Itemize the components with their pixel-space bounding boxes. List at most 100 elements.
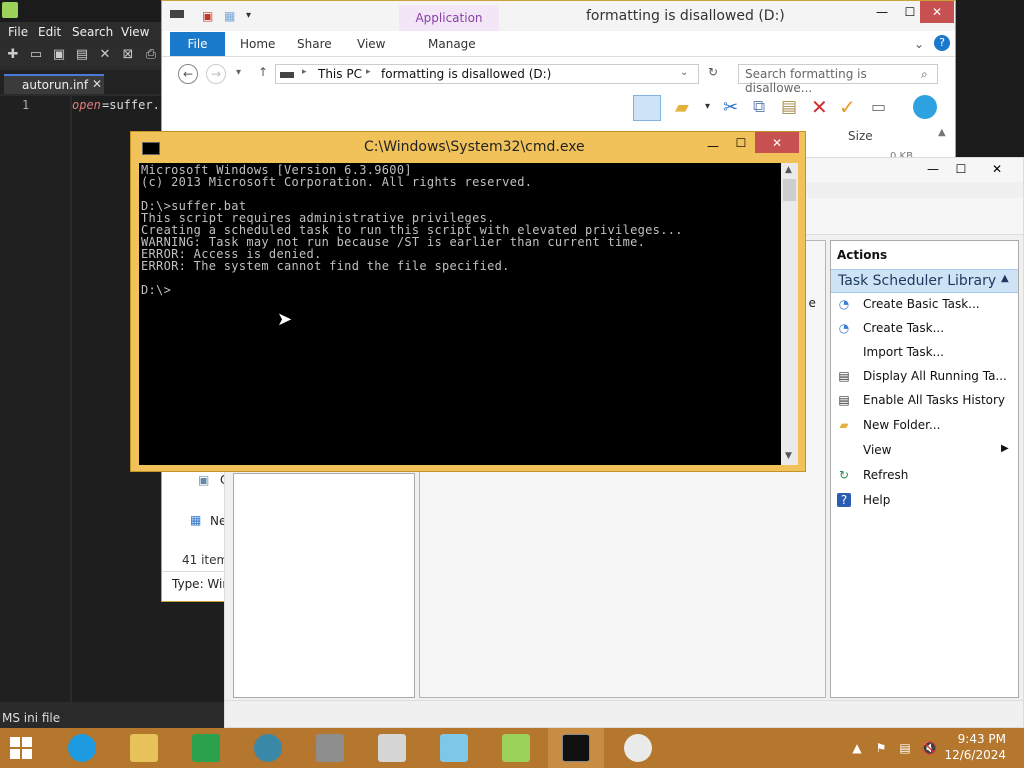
taskbar-network[interactable] [240,728,296,768]
close-all-icon[interactable]: ⊠ [121,48,135,62]
taskbar-cmd[interactable] [548,728,604,768]
clock-icon [624,734,652,762]
tab-autorun-inf[interactable]: autorun.inf ✕ [4,74,104,94]
action-new-folder[interactable]: ▰ New Folder... [831,414,1018,438]
action-label: Create Task... [863,321,945,335]
taskbar-store[interactable] [178,728,234,768]
action-import-task[interactable]: Import Task... [831,341,1018,365]
tab-manage[interactable]: Manage [428,37,476,51]
ts-close-button[interactable]: ✕ [975,158,1019,180]
paste-icon[interactable]: ▤ [781,97,797,117]
menu-file[interactable]: File [8,25,28,39]
address-separator-icon[interactable]: ▸ [302,67,307,77]
open-file-icon[interactable]: ▭ [29,48,43,62]
console-scrollbar[interactable]: ▲ ▼ [781,163,798,465]
menu-edit[interactable]: Edit [38,25,61,39]
delete-icon[interactable]: ✕ [811,95,828,119]
notepadpp-icon [502,734,530,762]
taskbar-paint[interactable] [426,728,482,768]
back-icon[interactable]: ← [178,64,198,84]
action-center-flag-icon[interactable]: ⚑ [874,741,888,755]
ts-minimize-button[interactable]: — [919,158,947,180]
close-icon[interactable]: ✕ [98,48,112,62]
preview-pane-icon[interactable] [633,95,661,121]
check-icon[interactable]: ✓ [839,95,856,119]
show-hidden-icons-icon[interactable]: ▲ [850,741,864,755]
tab-view[interactable]: View [357,37,385,51]
start-button[interactable] [0,728,48,768]
create-task-icon: ◔ [838,321,850,335]
action-enable-history[interactable]: ▤ Enable All Tasks History [831,389,1018,413]
folder-dropdown-icon[interactable]: ▾ [705,101,710,112]
ts-maximize-button[interactable]: ☐ [947,158,975,180]
properties-icon[interactable]: ▣ [202,9,213,23]
rename-icon[interactable]: ▭ [871,97,886,116]
menu-view[interactable]: View [121,25,149,39]
print-icon[interactable]: ⎙ [144,48,158,62]
action-view[interactable]: View ▶ [831,439,1018,463]
address-dropdown-icon[interactable]: ⌄ [680,67,688,78]
new-folder-icon[interactable]: ▦ [224,9,235,23]
taskbar-internet-explorer[interactable] [54,728,110,768]
action-create-basic-task[interactable]: ◔ Create Basic Task... [831,293,1018,317]
search-box[interactable]: Search formatting is disallowe... ⌕ [738,64,938,95]
action-help[interactable]: ? Help [831,489,1018,513]
scroll-up-icon[interactable]: ▲ [938,127,946,138]
tab-share[interactable]: Share [297,37,332,51]
collapse-icon[interactable]: ▲ [1001,273,1009,284]
volume-muted-icon[interactable]: 🔇 [922,741,937,755]
cmd-maximize-button[interactable]: ☐ [727,132,755,154]
console-output[interactable]: Microsoft Windows [Version 6.3.9600] (c)… [139,163,781,465]
clock[interactable]: 9:43 PM 12/6/2024 [944,732,1020,766]
tab-file[interactable]: File [170,32,225,56]
drive-icon [170,10,184,18]
taskbar-clock-app[interactable] [610,728,666,768]
tab-home[interactable]: Home [240,37,275,51]
search-icon[interactable]: ⌕ [921,67,928,82]
folder-options-icon[interactable]: ▰ [675,97,689,118]
refresh-icon[interactable]: ↻ [708,65,718,79]
column-size[interactable]: Size [848,129,873,143]
taskbar-notepadpp[interactable] [488,728,544,768]
quick-access-dropdown-icon[interactable]: ▾ [246,10,251,21]
tab-close-icon[interactable]: ✕ [92,77,102,91]
cut-icon[interactable]: ✂ [723,97,738,118]
minimize-button[interactable]: — [868,1,896,23]
up-icon[interactable]: ↑ [258,65,268,79]
action-display-running[interactable]: ▤ Display All Running Ta... [831,365,1018,389]
address-bar[interactable]: ▸ This PC ▸ formatting is disallowed (D:… [275,64,699,84]
save-icon[interactable]: ▣ [52,48,66,62]
cmd-minimize-button[interactable]: — [699,135,727,157]
address-drive[interactable]: formatting is disallowed (D:) [381,67,551,81]
scroll-thumb[interactable] [783,179,796,201]
scroll-up-icon[interactable]: ▲ [785,165,792,175]
taskbar-printer[interactable] [302,728,358,768]
globe-icon[interactable] [913,95,937,119]
menu-search[interactable]: Search [72,25,113,39]
cmd-close-button[interactable]: ✕ [755,132,799,153]
recent-locations-icon[interactable]: ▾ [236,67,241,78]
ribbon-expand-icon[interactable]: ⌄ [914,37,924,51]
drive-c-icon: ▣ [198,473,210,487]
copy-icon[interactable]: ⧉ [753,97,765,117]
code-value: =suffer. [102,98,160,112]
help-icon[interactable]: ? [934,35,950,51]
close-button[interactable]: ✕ [920,1,954,23]
address-separator-icon[interactable]: ▸ [366,67,371,77]
address-drive-icon [280,72,294,78]
network-tray-icon[interactable]: ▤ [898,741,912,755]
explorer-toolbar: ▰ ▾ ✂ ⧉ ▤ ✕ ✓ ▭ [627,93,957,123]
history-icon: ▤ [838,393,850,407]
forward-icon[interactable]: → [206,64,226,84]
action-label: View [863,443,892,457]
action-refresh[interactable]: ↻ Refresh [831,464,1018,488]
taskbar-control-panel[interactable] [364,728,420,768]
tab-label: autorun.inf [22,78,89,92]
taskbar-file-explorer[interactable] [116,728,172,768]
new-file-icon[interactable]: ✚ [6,48,20,62]
scroll-down-icon[interactable]: ▼ [785,451,792,461]
action-create-task[interactable]: ◔ Create Task... [831,317,1018,341]
address-this-pc[interactable]: This PC [318,67,362,81]
library-header[interactable]: Task Scheduler Library ▲ [831,269,1018,293]
save-all-icon[interactable]: ▤ [75,48,89,62]
